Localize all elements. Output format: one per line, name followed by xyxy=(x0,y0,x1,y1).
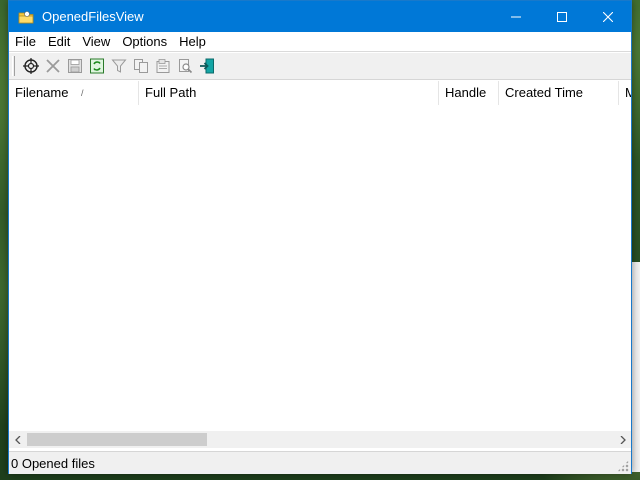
close-handle-button[interactable] xyxy=(42,55,64,77)
column-filename[interactable]: Filename / xyxy=(9,81,139,105)
title-bar[interactable]: OpenedFilesView xyxy=(9,1,631,32)
chevron-right-icon xyxy=(620,435,626,444)
horizontal-scrollbar[interactable] xyxy=(9,431,631,448)
minimize-button[interactable] xyxy=(493,1,539,32)
save-button[interactable] xyxy=(64,55,86,77)
properties-icon xyxy=(156,59,170,73)
scroll-right-button[interactable] xyxy=(614,431,631,448)
column-created-time[interactable]: Created Time xyxy=(499,81,619,105)
find-button[interactable] xyxy=(174,55,196,77)
menu-edit[interactable]: Edit xyxy=(42,32,76,52)
refresh-icon xyxy=(90,58,104,74)
toolbar xyxy=(9,53,631,80)
maximize-icon xyxy=(557,11,567,22)
minimize-icon xyxy=(511,16,521,17)
copy-button[interactable] xyxy=(130,55,152,77)
scroll-left-button[interactable] xyxy=(9,431,26,448)
close-button[interactable] xyxy=(585,1,631,32)
copy-icon xyxy=(134,59,148,73)
filter-icon xyxy=(111,59,127,73)
maximize-button[interactable] xyxy=(539,1,585,32)
properties-button[interactable] xyxy=(152,55,174,77)
save-icon xyxy=(68,59,82,73)
menu-help[interactable]: Help xyxy=(173,32,212,52)
window-title: OpenedFilesView xyxy=(42,9,144,24)
toolbar-grip[interactable] xyxy=(12,56,15,76)
close-handle-icon xyxy=(46,59,60,73)
filter-button[interactable] xyxy=(108,55,130,77)
app-window: OpenedFilesView File Edit View Options H… xyxy=(8,0,632,474)
column-full-path[interactable]: Full Path xyxy=(139,81,439,105)
exit-button[interactable] xyxy=(196,55,218,77)
menu-bar: File Edit View Options Help xyxy=(9,32,631,52)
app-folder-icon xyxy=(18,10,34,24)
chevron-left-icon xyxy=(14,435,20,444)
menu-file[interactable]: File xyxy=(9,32,42,52)
column-header: Filename / Full Path Handle Created Time… xyxy=(9,81,631,105)
exit-icon xyxy=(200,58,214,74)
menu-options[interactable]: Options xyxy=(116,32,173,52)
file-list[interactable]: Filename / Full Path Handle Created Time… xyxy=(9,81,631,431)
column-full-path-label: Full Path xyxy=(145,85,197,100)
column-modified-time-label: M xyxy=(625,85,631,100)
target-icon xyxy=(23,58,39,74)
column-filename-label: Filename xyxy=(15,85,69,100)
target-button[interactable] xyxy=(20,55,42,77)
close-icon xyxy=(603,11,613,22)
scroll-track[interactable] xyxy=(26,431,614,448)
column-modified-time[interactable]: M xyxy=(619,81,631,105)
column-handle[interactable]: Handle xyxy=(439,81,499,105)
refresh-button[interactable] xyxy=(86,55,108,77)
find-icon xyxy=(179,59,193,74)
status-bar: 0 Opened files xyxy=(9,451,631,474)
scroll-thumb[interactable] xyxy=(27,433,207,446)
sort-ascending-icon: / xyxy=(81,88,84,98)
menu-view[interactable]: View xyxy=(76,32,116,52)
status-text: 0 Opened files xyxy=(11,455,95,471)
column-created-time-label: Created Time xyxy=(505,85,584,100)
column-handle-label: Handle xyxy=(445,85,487,100)
resize-grip-icon[interactable] xyxy=(617,460,629,472)
